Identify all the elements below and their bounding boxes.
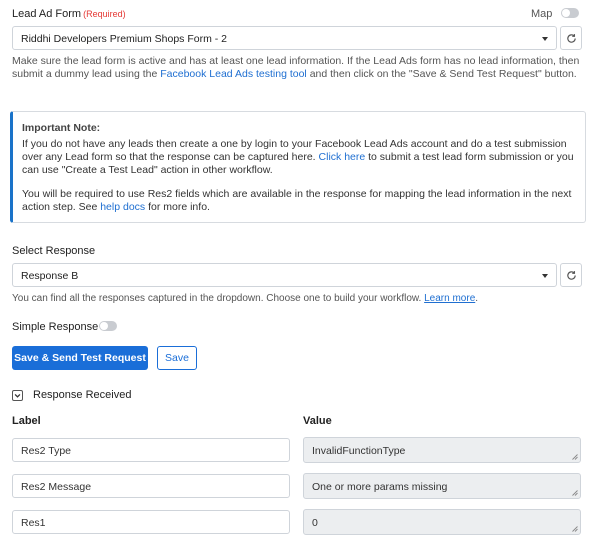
lead-form-help: Make sure the lead form is active and ha… xyxy=(12,55,582,81)
resize-grip-icon[interactable] xyxy=(571,453,578,460)
note-para2-text-2: for more info. xyxy=(145,201,210,213)
response-received-label: Response Received xyxy=(33,389,132,401)
response-label-text: Res2 Message xyxy=(21,481,92,493)
important-note-title: Important Note: xyxy=(22,122,101,134)
response-select[interactable]: Response B xyxy=(12,263,557,287)
response-label-text: Res2 Type xyxy=(21,445,72,457)
map-label: Map xyxy=(531,8,553,20)
response-received-checkbox[interactable] xyxy=(12,390,23,401)
response-help-end: . xyxy=(475,293,479,304)
response-label-field[interactable]: Res2 Message xyxy=(12,474,290,498)
response-value-field[interactable]: InvalidFunctionType xyxy=(303,437,581,463)
simple-response-toggle-knob xyxy=(100,322,108,330)
map-toggle[interactable] xyxy=(561,8,579,18)
response-help-text: You can find all the responses captured … xyxy=(12,293,425,304)
response-value-text: InvalidFunctionType xyxy=(312,445,406,457)
response-label-field[interactable]: Res2 Type xyxy=(12,438,290,462)
save-send-test-request-button[interactable]: Save & Send Test Request xyxy=(12,346,148,370)
lead-form-select[interactable]: Riddhi Developers Premium Shops Form - 2 xyxy=(12,26,557,50)
important-note-para1: If you do not have any leads then create… xyxy=(22,138,580,177)
resize-grip-icon[interactable] xyxy=(571,489,578,496)
simple-response-toggle[interactable] xyxy=(99,321,117,331)
response-label-text: Res1 xyxy=(21,517,46,529)
chevron-down-icon xyxy=(542,274,548,278)
important-note-para2: You will be required to use Res2 fields … xyxy=(22,188,580,214)
lead-form-select-value: Riddhi Developers Premium Shops Form - 2 xyxy=(21,33,227,45)
click-here-link[interactable]: Click here xyxy=(319,151,366,163)
resize-grip-icon[interactable] xyxy=(571,525,578,532)
response-value-text: 0 xyxy=(312,517,318,529)
response-value-field[interactable]: 0 xyxy=(303,509,581,535)
response-refresh-button[interactable] xyxy=(560,263,582,287)
simple-response-label: Simple Response xyxy=(12,321,99,333)
checkbox-checked-icon xyxy=(14,393,21,398)
response-label-field[interactable]: Res1 xyxy=(12,510,290,534)
lead-form-refresh-button[interactable] xyxy=(560,26,582,50)
response-select-value: Response B xyxy=(21,270,79,282)
chevron-down-icon xyxy=(542,37,548,41)
lead-form-help-text-2: and then click on the "Save & Send Test … xyxy=(306,68,577,80)
refresh-icon xyxy=(566,33,576,43)
lead-ad-form-label: Lead Ad Form (Required) xyxy=(12,8,126,20)
important-note-box: Important Note: If you do not have any l… xyxy=(10,111,586,223)
map-toggle-knob xyxy=(562,9,570,17)
label-column-header: Label xyxy=(12,415,41,427)
help-docs-link[interactable]: help docs xyxy=(100,201,145,213)
save-button[interactable]: Save xyxy=(157,346,197,370)
fb-testing-tool-link[interactable]: Facebook Lead Ads testing tool xyxy=(160,68,307,80)
response-help: You can find all the responses captured … xyxy=(12,292,478,305)
lead-ad-form-label-text: Lead Ad Form xyxy=(12,8,82,20)
learn-more-link[interactable]: Learn more xyxy=(424,293,475,304)
response-value-field[interactable]: One or more params missing xyxy=(303,473,581,499)
select-response-label: Select Response xyxy=(12,245,96,257)
required-marker: (Required) xyxy=(83,9,126,19)
value-column-header: Value xyxy=(303,415,332,427)
response-value-text: One or more params missing xyxy=(312,481,448,493)
refresh-icon xyxy=(566,270,576,280)
